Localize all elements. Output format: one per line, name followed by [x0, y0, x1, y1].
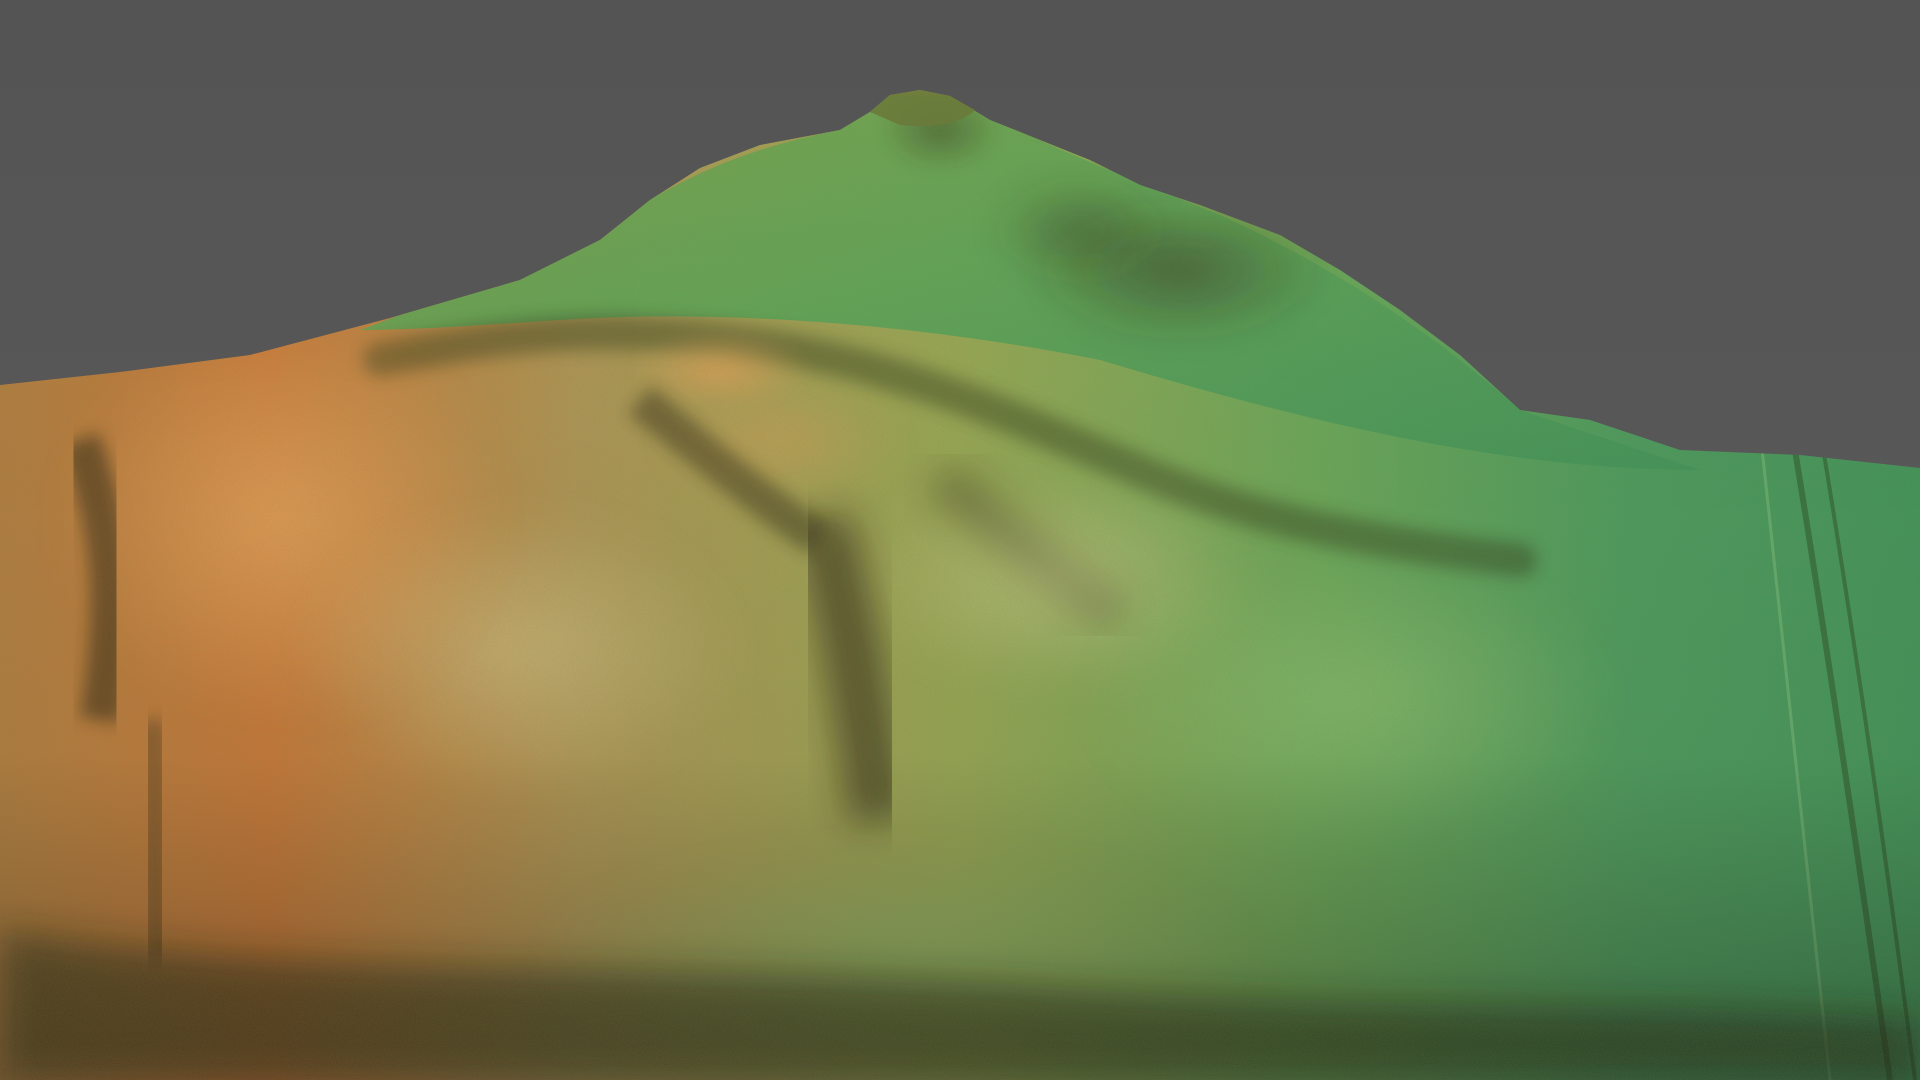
- terrain-render: [0, 0, 1920, 1080]
- scene-viewport: [0, 0, 1920, 1080]
